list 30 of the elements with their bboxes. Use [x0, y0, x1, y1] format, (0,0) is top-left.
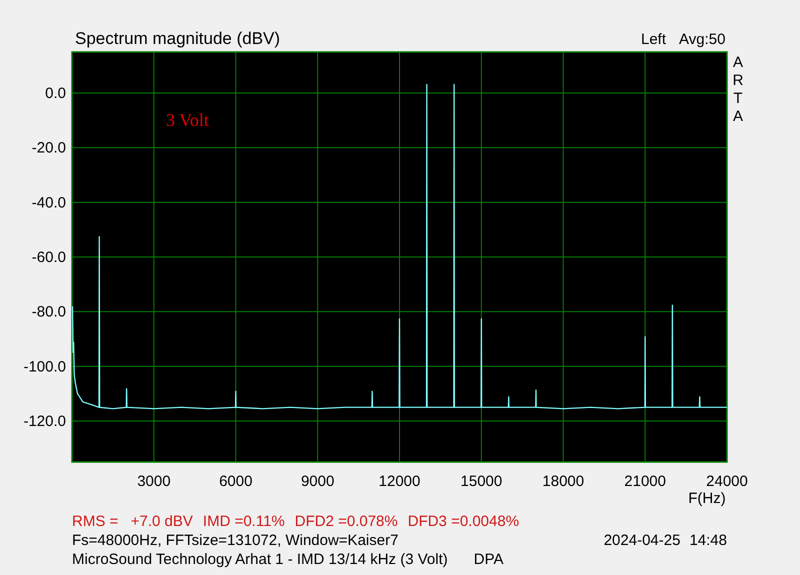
caption-text: MicroSound Technology Arhat 1 - IMD 13/14 kHz (3 Volt)	[72, 550, 448, 569]
date-text: 2024-04-25	[604, 531, 680, 550]
settings-text: Fs=48000Hz, FFTsize=131072, Window=Kaiser7	[72, 531, 398, 550]
time-text: 14:48	[689, 531, 727, 550]
tag-text: DPA	[474, 550, 504, 569]
measurement-text: IMD =0.11%	[202, 512, 285, 531]
x-tick-label: 12000	[378, 473, 420, 490]
measurement-text: DFD3 =0.0048%	[408, 512, 520, 531]
x-tick-label: 9000	[300, 473, 334, 490]
y-tick-label: -100.0	[23, 358, 66, 376]
x-tick-label: 18000	[542, 473, 584, 490]
x-tick-label: 3000	[137, 473, 171, 490]
measurement-text: RMS = +7.0 dBV	[72, 512, 193, 531]
x-axis-label: F(Hz)	[688, 490, 726, 507]
channel-label: Left	[641, 31, 666, 48]
y-tick-label: -60.0	[32, 249, 66, 266]
y-tick-label: -40.0	[32, 194, 66, 212]
logo-text: ARTA	[732, 54, 744, 125]
annotation-text: 3 Volt	[166, 110, 209, 130]
x-tick-label: 15000	[460, 473, 502, 490]
y-tick-label: -80.0	[32, 304, 66, 321]
x-tick-label: 24000	[706, 473, 748, 490]
x-tick-label: 21000	[624, 473, 666, 490]
x-tick-label: 6000	[219, 473, 252, 490]
measurement-text: DFD2 =0.078%	[294, 512, 398, 531]
average-label: Avg:50	[679, 31, 726, 48]
y-tick-label: -20.0	[32, 140, 66, 157]
chart-title: Spectrum magnitude (dBV)	[75, 29, 280, 48]
y-tick-label: 0.0	[45, 85, 66, 102]
y-tick-label: -120.0	[23, 413, 66, 430]
